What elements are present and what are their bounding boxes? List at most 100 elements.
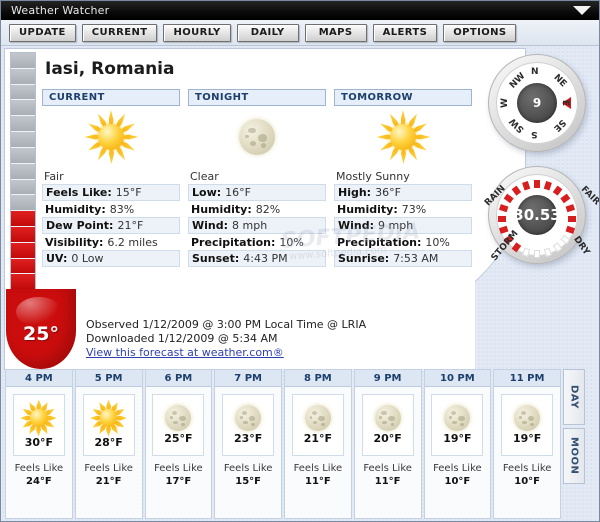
toolbar-button-maps[interactable]: MAPS [304,23,367,42]
thermometer-segment [11,242,35,259]
column-header[interactable]: CURRENT [42,89,180,106]
hourly-temperature: 23°F [233,432,263,445]
toolbar-button-hourly[interactable]: HOURLY [163,23,231,42]
moon-crater [245,134,250,138]
hourly-feels-like-value: 24°F [26,476,52,487]
hourly-feels-like-value: 21°F [95,476,122,487]
column-data-rows: High: 36°F Humidity: 73% Wind: 9 mph Precipita… [334,184,472,267]
hourly-icon-box: 23°F [222,394,275,456]
hourly-hour-label: 9 PM [354,370,421,387]
hourly-cell[interactable]: 10 PM 19°F Feels Like 10°F [423,369,492,519]
title-bar: Weather Watcher [1,1,599,20]
forecast-column-current: CURRENT Fair Feels Like: 15°F Humidity: 83% De… [42,89,180,267]
current-temperature-badge: 25° [6,289,76,369]
data-row: Humidity: 82% [188,201,326,217]
side-tab-label: MOON [568,437,580,475]
hourly-cell[interactable]: 8 PM 21°F Feels Like 11°F [284,369,352,519]
column-header[interactable]: TOMORROW [334,89,472,106]
data-row-value: 4:43 PM [243,252,288,265]
moon-crater [181,422,186,426]
toolbar-button-daily[interactable]: DAILY [236,23,299,42]
hourly-cell[interactable]: 5 PM 28°F Feels Like 21°F [74,369,143,519]
moon-crater [312,420,318,425]
data-row-value: 10% [279,235,304,249]
hourly-forecast-strip: 4 PM 30°F Feels Like 24°F 5 PM 28°F Feels Like… [5,369,561,519]
hourly-feels-like-value: 11°F [374,476,401,487]
hourly-temperature: 25°F [164,432,193,445]
barometer-tick [503,193,514,204]
data-row: Precipitation: 10% [188,234,326,250]
barometer-tick [534,250,540,258]
data-row-value: 7:53 AM [393,252,439,265]
downloaded-line: Downloaded 1/12/2009 @ 5:34 AM [86,332,278,345]
hourly-icon-box: 28°F [82,394,135,456]
hourly-cell[interactable]: 9 PM 20°F Feels Like 11°F [353,369,422,519]
moon-crater [241,411,248,416]
toolbar-button-options[interactable]: OPTIONS [443,23,517,42]
data-row-label: Feels Like: [46,186,112,199]
observation-info: Observed 1/12/2009 @ 3:00 PM Local Time … [86,318,366,360]
hourly-cell[interactable]: 11 PM 19°F Feels Like 10°F [493,369,561,519]
hourly-cell[interactable]: 6 PM 25°F Feels Like 17°F [144,369,213,519]
column-header[interactable]: TONIGHT [188,89,326,106]
data-row-label: Precipitation: [191,235,276,249]
condition-text: Clear [190,170,219,183]
compass-label-ne: NE [551,72,569,90]
moon-crater [379,416,383,419]
toolbar-button-alerts[interactable]: ALERTS [372,23,438,42]
hourly-temperature: 20°F [373,432,402,445]
weather-watcher-window: Weather Watcher UPDATE CURRENT HOURLY DAILY… [0,0,600,522]
wind-compass[interactable]: 9 N NE E SE S SW W NW [488,54,586,152]
hourly-hour-label: 11 PM [494,370,560,387]
moon-icon [514,405,541,431]
forecast-column-tonight: TONIGHT Clear Low: 16°F Humidity: 82% Wind: 8 m… [188,89,326,267]
hourly-feels-like-label: Feels Like [363,463,412,474]
hourly-feels-like: Feels Like 17°F [154,462,203,488]
moon-crater [173,420,178,425]
moon-crater [381,411,387,416]
column-data-rows: Low: 16°F Humidity: 82% Wind: 8 mph Precipitat… [188,184,326,267]
hourly-icon-box: 19°F [431,394,484,456]
hourly-hour-label: 8 PM [285,370,351,387]
thermometer-gauge [10,52,36,307]
data-row: High: 36°F [334,184,472,201]
toolbar-button-update[interactable]: UPDATE [9,23,76,42]
sun-core [99,409,118,427]
moon-crater [242,420,248,425]
data-row-value: 21°F [117,219,144,232]
column-condition-icon [188,106,326,168]
side-tab-moon[interactable]: MOON [563,428,585,484]
data-row-label: Sunset: [192,252,240,265]
data-row-label: Humidity: [337,202,398,216]
side-tab-day[interactable]: DAY [563,369,585,425]
barometer-gauge[interactable]: 30.53 RAIN FAIR DRY STORM [483,166,599,264]
moon-crater [460,422,465,426]
barometer-tick [511,185,522,196]
sun-core [390,124,416,150]
hourly-feels-like-value: 11°F [305,476,331,487]
chevron-down-icon[interactable] [573,5,591,15]
hourly-feels-like-label: Feels Like [293,463,343,474]
hourly-temperature: 21°F [303,432,333,445]
hourly-feels-like-value: 15°F [235,476,261,487]
moon-icon [235,405,262,431]
moon-crater [452,420,457,425]
data-row: UV: 0 Low [42,250,180,267]
hourly-feels-like-label: Feels Like [223,463,273,474]
sun-core [98,124,124,150]
thermometer-segment [11,163,35,180]
moon-crater [178,415,186,422]
barometer-tick [498,216,506,222]
data-row-label: Humidity: [191,202,252,216]
data-row: Wind: 8 mph [188,217,326,234]
data-row-label: Wind: [192,219,229,232]
column-condition-icon [42,106,180,168]
forecast-link[interactable]: View this forecast at weather.com® [86,346,284,359]
hourly-cell[interactable]: 7 PM 23°F Feels Like 15°F [214,369,282,519]
moon-crater [257,134,268,142]
hourly-hour-label: 10 PM [424,370,491,387]
column-data-rows: Feels Like: 15°F Humidity: 83% Dew Point: 21°… [42,184,180,267]
barometer-tick [543,180,552,191]
toolbar-button-current[interactable]: CURRENT [81,23,158,42]
hourly-cell[interactable]: 4 PM 30°F Feels Like 24°F [5,369,73,519]
